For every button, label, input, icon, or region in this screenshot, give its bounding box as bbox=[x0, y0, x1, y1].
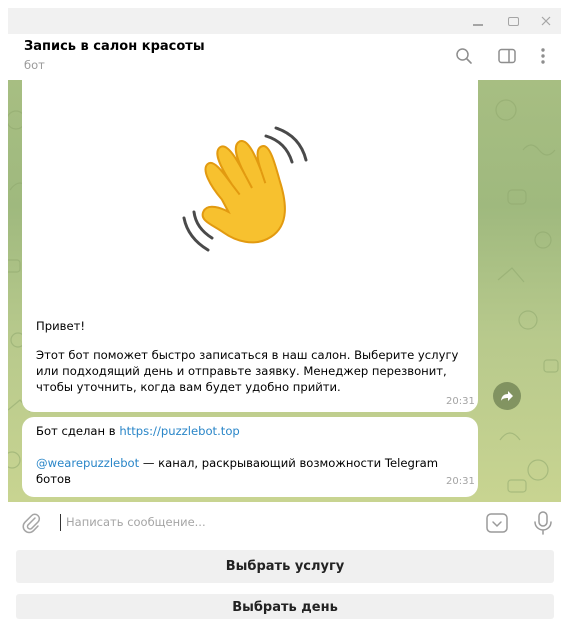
message-channel-line: @wearepuzzlebot — канал, раскрывающий во… bbox=[36, 455, 468, 487]
search-button[interactable] bbox=[452, 44, 476, 68]
credit-prefix: Бот сделан в bbox=[36, 424, 120, 438]
maximize-button[interactable] bbox=[498, 8, 528, 34]
channel-mention-link[interactable]: @wearepuzzlebot bbox=[36, 456, 139, 470]
message-bubble[interactable]: Бот сделан в https://puzzlebot.top @wear… bbox=[22, 417, 478, 497]
message-bubble[interactable]: Привет! Этот бот поможет быстро записать… bbox=[22, 80, 478, 412]
message-time: 20:31 bbox=[446, 476, 475, 487]
minimize-button[interactable] bbox=[463, 8, 493, 34]
close-icon bbox=[541, 16, 551, 26]
search-icon bbox=[456, 48, 472, 64]
forward-button[interactable] bbox=[493, 382, 521, 410]
microphone-icon[interactable] bbox=[532, 510, 554, 536]
chat-header: Запись в салон красоты бот bbox=[8, 34, 561, 80]
close-button[interactable] bbox=[531, 8, 561, 34]
text-caret bbox=[60, 514, 62, 531]
more-options-button[interactable] bbox=[531, 44, 555, 68]
forward-arrow-icon bbox=[501, 391, 513, 401]
chat-subtitle: бот bbox=[24, 58, 45, 72]
more-vertical-icon bbox=[541, 48, 545, 64]
minimize-icon bbox=[473, 24, 483, 26]
maximize-icon bbox=[507, 16, 519, 26]
toggle-sidebar-button[interactable] bbox=[495, 44, 519, 68]
chat-title[interactable]: Запись в салон красоты bbox=[24, 39, 205, 54]
waving-hand-sticker bbox=[182, 126, 308, 252]
bot-keyboard-icon[interactable] bbox=[485, 511, 509, 535]
select-service-button[interactable]: Выбрать услугу bbox=[16, 550, 554, 583]
select-day-button[interactable]: Выбрать день bbox=[16, 594, 554, 619]
message-input[interactable]: Написать сообщение... bbox=[66, 515, 206, 529]
window-titlebar bbox=[8, 8, 561, 34]
message-composer: Написать сообщение... bbox=[8, 502, 561, 544]
sidebar-panel-icon bbox=[498, 48, 516, 64]
paperclip-icon[interactable] bbox=[20, 512, 42, 534]
message-credit-line: Бот сделан в https://puzzlebot.top bbox=[36, 423, 240, 439]
message-greeting: Привет! bbox=[36, 319, 85, 333]
puzzlebot-link[interactable]: https://puzzlebot.top bbox=[119, 424, 239, 438]
message-body: Этот бот поможет быстро записаться в наш… bbox=[36, 348, 459, 394]
message-time: 20:31 bbox=[446, 396, 475, 407]
chat-history[interactable]: Привет! Этот бот поможет быстро записать… bbox=[8, 80, 561, 502]
